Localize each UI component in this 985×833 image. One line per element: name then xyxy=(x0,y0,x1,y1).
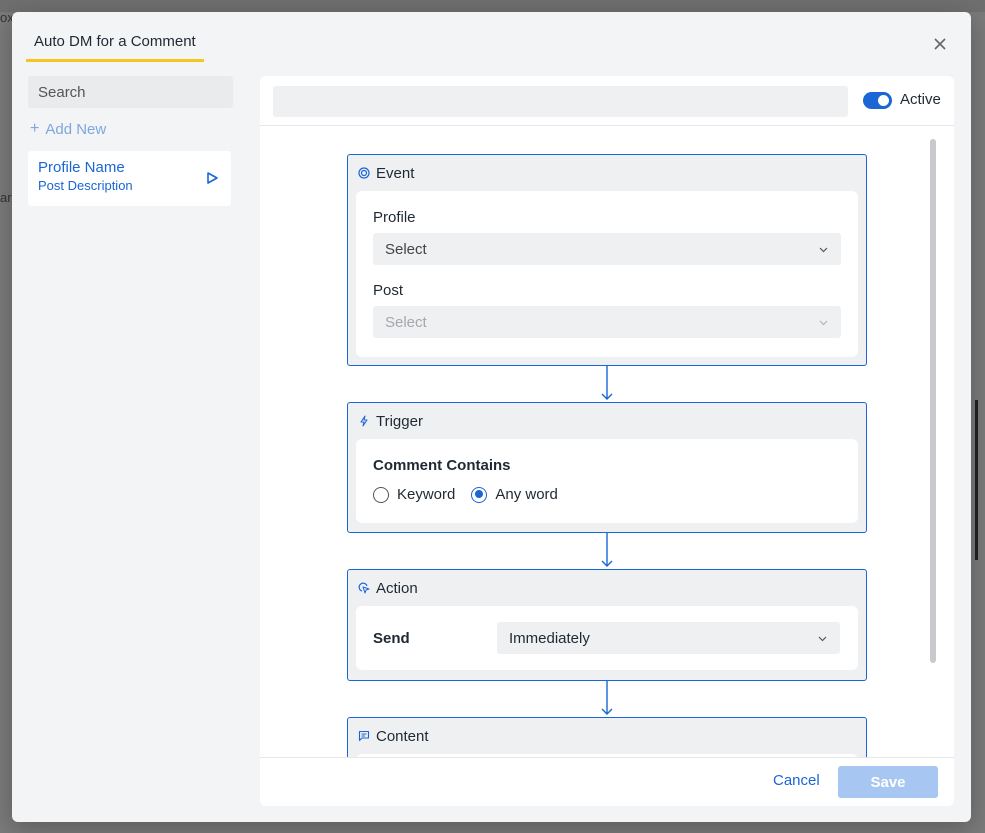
any-word-radio-label: Any word xyxy=(495,486,558,503)
chevron-down-icon xyxy=(819,320,828,325)
search-box xyxy=(28,76,237,108)
lightning-icon xyxy=(360,415,368,427)
modal-tab-title[interactable]: Auto DM for a Comment xyxy=(26,30,204,62)
chevron-down-icon xyxy=(818,636,827,641)
comment-contains-label: Comment Contains xyxy=(373,457,511,474)
send-timing-select[interactable]: Immediately xyxy=(497,622,840,654)
trigger-node-title: Trigger xyxy=(376,412,423,430)
keyword-radio[interactable]: Keyword xyxy=(373,486,455,503)
save-button[interactable]: Save xyxy=(838,766,938,798)
active-label: Active xyxy=(900,91,941,108)
message-icon xyxy=(358,730,370,742)
action-node-title: Action xyxy=(376,579,418,597)
send-timing-value: Immediately xyxy=(509,629,590,647)
trigger-node-header: Trigger xyxy=(348,403,866,439)
event-node-header: Event xyxy=(348,155,866,191)
radio-checked xyxy=(471,486,488,503)
post-label: Post xyxy=(373,282,404,299)
chevron-down-icon xyxy=(819,247,828,252)
profile-name: Profile Name xyxy=(38,159,125,176)
add-new-label: Add New xyxy=(45,120,107,138)
plus-icon: + xyxy=(30,120,40,137)
trigger-node-body: Comment Contains Keyword Any word xyxy=(356,439,858,523)
close-icon[interactable] xyxy=(930,34,950,54)
background-mark xyxy=(972,400,978,560)
keyword-radio-label: Keyword xyxy=(397,486,456,503)
editor-footer: Cancel Save xyxy=(260,757,954,806)
search-input[interactable] xyxy=(38,83,237,101)
scrollbar[interactable] xyxy=(930,139,936,663)
play-icon xyxy=(207,172,218,184)
profile-select-value: Select xyxy=(385,240,427,258)
flow-arrow xyxy=(601,532,613,568)
content-node-title: Content xyxy=(376,727,429,745)
editor-panel: Active Event Profile Select Post Select … xyxy=(260,76,954,806)
add-new-button[interactable]: + Add New xyxy=(30,120,106,138)
action-node: Action Send Immediately xyxy=(347,569,867,681)
event-node: Event Profile Select Post Select xyxy=(347,154,867,366)
flow-arrow xyxy=(601,680,613,716)
flow-arrow xyxy=(601,365,613,401)
background-header xyxy=(0,0,985,12)
editor-header: Active xyxy=(260,76,954,126)
flow-canvas: Event Profile Select Post Select Trigger… xyxy=(260,127,954,757)
content-node-header: Content xyxy=(348,718,866,754)
radio-unchecked xyxy=(373,486,389,503)
target-icon xyxy=(358,167,370,179)
post-select: Select xyxy=(373,306,841,338)
trigger-node: Trigger Comment Contains Keyword Any wor… xyxy=(347,402,867,533)
post-select-value: Select xyxy=(385,313,427,331)
background-text-fragment: ar xyxy=(0,190,12,205)
cursor-click-icon xyxy=(358,582,370,594)
match-type-radio-group: Keyword Any word xyxy=(373,486,841,503)
action-node-body: Send Immediately xyxy=(356,606,858,670)
auto-dm-modal: Auto DM for a Comment + Add New Profile … xyxy=(12,12,971,822)
cancel-button[interactable]: Cancel xyxy=(773,772,820,789)
any-word-radio[interactable]: Any word xyxy=(471,486,558,503)
automation-name-input[interactable] xyxy=(273,86,848,117)
list-item[interactable]: Profile Name Post Description xyxy=(28,151,231,206)
profile-label: Profile xyxy=(373,209,416,226)
send-label: Send xyxy=(373,629,410,647)
event-node-title: Event xyxy=(376,164,415,182)
profile-select[interactable]: Select xyxy=(373,233,841,265)
content-node: Content xyxy=(347,717,867,757)
event-node-body: Profile Select Post Select xyxy=(356,191,858,357)
active-toggle[interactable] xyxy=(863,92,892,109)
post-description: Post Description xyxy=(38,178,133,193)
action-node-header: Action xyxy=(348,570,866,606)
